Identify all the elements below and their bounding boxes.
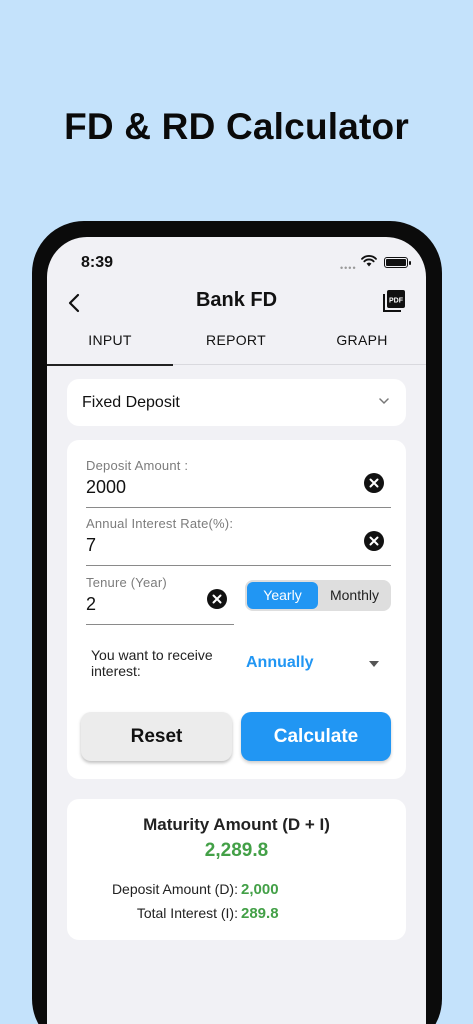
maturity-title: Maturity Amount (D + I) [143, 815, 330, 834]
tab-graph[interactable]: GRAPH [299, 323, 425, 365]
deposit-amount-field[interactable]: Deposit Amount : 2000 [86, 458, 391, 508]
wifi-icon [361, 255, 377, 267]
tab-bar: INPUT REPORT GRAPH [47, 323, 426, 366]
signal-icon: •••• [340, 263, 357, 273]
monthly-option[interactable]: Monthly [320, 582, 389, 609]
deposit-summary-value: 2,000 [241, 881, 279, 898]
deposit-amount-label: Deposit Amount : [86, 458, 189, 473]
interest-rate-value: 7 [86, 535, 97, 555]
receive-interest-label: You want to receive interest: [91, 647, 213, 679]
caret-down-icon[interactable] [369, 661, 379, 667]
maturity-amount: 2,289.8 [204, 840, 269, 861]
clear-tenure-icon[interactable] [207, 589, 227, 609]
calculate-button[interactable]: Calculate [241, 712, 391, 761]
interest-rate-label: Annual Interest Rate(%): [86, 516, 234, 531]
page-title: Bank FD [195, 289, 278, 311]
navigation-bar: Bank FD PDF [47, 283, 426, 323]
calculator-form: Deposit Amount : 2000 Annual Interest Ra… [67, 440, 406, 779]
battery-icon [384, 257, 408, 268]
deposit-summary-label: Deposit Amount (D): [111, 881, 238, 897]
yearly-option[interactable]: Yearly [247, 582, 318, 609]
pdf-icon[interactable]: PDF [381, 288, 407, 314]
status-time: 8:39 [81, 254, 114, 271]
chevron-down-icon [379, 398, 389, 405]
status-bar: 8:39 •••• [47, 237, 426, 283]
svg-text:PDF: PDF [389, 298, 404, 305]
clear-deposit-icon[interactable] [364, 473, 384, 493]
tab-report[interactable]: REPORT [173, 323, 299, 365]
deposit-type-value: Fixed Deposit [82, 394, 180, 411]
tenure-value: 2 [86, 594, 97, 614]
battery-cap [409, 261, 411, 265]
interest-summary-value: 289.8 [241, 905, 279, 922]
tenure-label: Tenure (Year) [86, 575, 167, 590]
tab-input[interactable]: INPUT [47, 323, 173, 366]
receive-interest-select[interactable]: Annually [246, 654, 314, 672]
interest-rate-field[interactable]: Annual Interest Rate(%): 7 [86, 516, 391, 566]
reset-button[interactable]: Reset [81, 712, 232, 761]
tenure-unit-toggle: Yearly Monthly [245, 580, 391, 611]
promo-headline: FD & RD Calculator [64, 106, 409, 147]
app-screen: 8:39 •••• Bank FD PDF INPUT REPORT GRAPH… [47, 237, 426, 1024]
deposit-amount-value: 2000 [86, 477, 127, 497]
interest-summary-label: Total Interest (I): [136, 905, 238, 921]
deposit-type-dropdown[interactable]: Fixed Deposit [67, 379, 406, 426]
clear-interest-icon[interactable] [364, 531, 384, 551]
result-card: Maturity Amount (D + I) 2,289.8 Deposit … [67, 799, 406, 940]
